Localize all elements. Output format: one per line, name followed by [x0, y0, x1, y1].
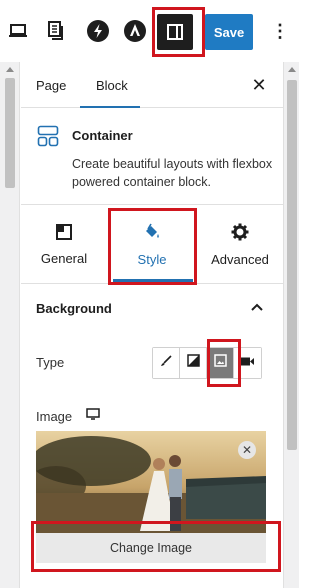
close-icon[interactable]: ✕: [247, 73, 271, 97]
video-icon: [240, 354, 255, 372]
brush-icon: [160, 354, 172, 372]
scrollbar-thumb[interactable]: [287, 80, 297, 450]
tab-advanced[interactable]: Advanced: [197, 206, 283, 284]
inspector-tabs: General Style Advanced: [21, 206, 283, 284]
background-image-preview: ✕: [36, 431, 266, 533]
scroll-up-arrow-icon[interactable]: [6, 67, 14, 72]
tab-advanced-label: Advanced: [211, 252, 269, 267]
tab-style-label: Style: [137, 252, 167, 267]
astra-logo-icon[interactable]: [117, 13, 153, 49]
type-label: Type: [36, 355, 65, 370]
type-option-image[interactable]: [207, 348, 234, 378]
document-outline-icon[interactable]: [38, 13, 74, 49]
type-option-gradient[interactable]: [180, 348, 207, 378]
editor-canvas-scrollbar[interactable]: [0, 62, 20, 588]
active-inspector-tab-indicator: [113, 279, 193, 282]
section-title: Background: [36, 301, 112, 316]
scroll-up-arrow-icon[interactable]: [288, 67, 296, 72]
type-option-color[interactable]: [153, 348, 180, 378]
tab-general[interactable]: General: [21, 206, 107, 284]
block-title: Container: [72, 128, 133, 143]
scrollbar-thumb[interactable]: [5, 78, 15, 188]
container-icon: [37, 125, 59, 152]
sidebar-tabs: Page Block ✕: [21, 62, 283, 108]
tab-page[interactable]: Page: [36, 62, 66, 108]
background-panel: Background Type Image ✕ Change Image: [21, 285, 283, 588]
settings-sidebar: Page Block ✕ Container Create beautiful …: [21, 62, 283, 588]
more-vertical-icon[interactable]: ⋮: [262, 13, 298, 49]
save-button[interactable]: Save: [205, 14, 253, 50]
paint-bucket-icon: [143, 223, 161, 244]
block-card: Container Create beautiful layouts with …: [21, 108, 283, 205]
sidebar-toggle-icon[interactable]: [157, 14, 193, 50]
chevron-up-icon[interactable]: [247, 297, 267, 317]
gear-icon: [231, 223, 249, 244]
tab-general-label: General: [40, 251, 88, 266]
top-toolbar: Save ⋮: [0, 0, 299, 62]
change-image-button[interactable]: Change Image: [36, 533, 266, 563]
general-layout-icon: [56, 224, 72, 243]
remove-image-icon[interactable]: ✕: [238, 441, 256, 459]
sidebar-scrollbar[interactable]: [283, 62, 299, 588]
couple-photo: [36, 431, 266, 533]
background-type-selector: [152, 347, 262, 379]
bolt-logo-icon[interactable]: [80, 13, 116, 49]
image-icon: [213, 354, 227, 372]
tab-block[interactable]: Block: [96, 62, 128, 108]
laptop-icon[interactable]: [0, 13, 36, 49]
gradient-icon: [186, 354, 200, 372]
desktop-icon[interactable]: [86, 407, 100, 425]
image-label: Image: [36, 409, 73, 424]
block-description: Create beautiful layouts with flexbox po…: [72, 157, 273, 189]
type-option-video[interactable]: [234, 348, 261, 378]
tab-style[interactable]: Style: [109, 206, 195, 284]
